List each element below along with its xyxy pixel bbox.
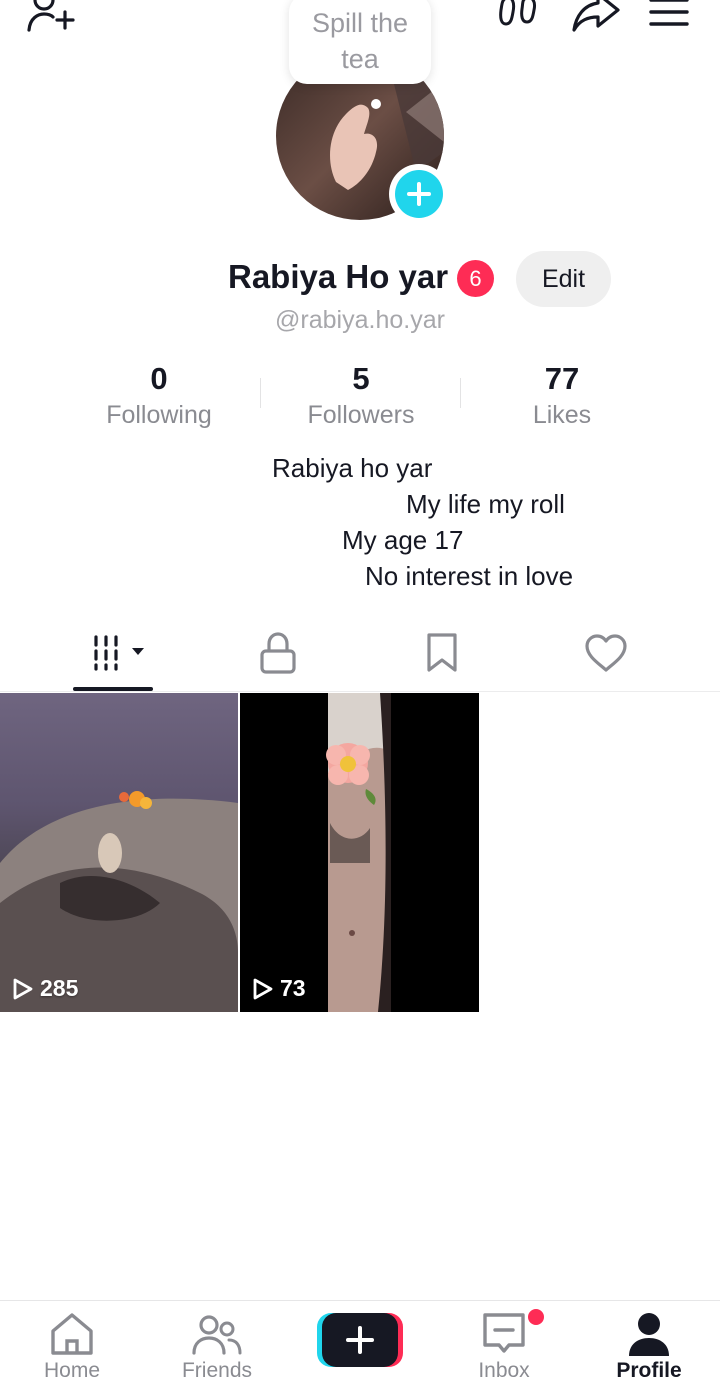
lock-icon bbox=[260, 632, 296, 674]
tab-saved[interactable] bbox=[392, 620, 492, 686]
display-name: Rabiya Ho yar bbox=[228, 258, 449, 295]
status-tooltip[interactable]: Spill the tea bbox=[289, 0, 431, 84]
tab-videos[interactable] bbox=[72, 620, 172, 686]
view-count: 285 bbox=[12, 975, 78, 1002]
notification-badge: 6 bbox=[457, 260, 494, 297]
play-icon bbox=[253, 978, 273, 999]
nav-friends-label: Friends bbox=[181, 1359, 253, 1382]
followers-count: 5 bbox=[352, 361, 370, 396]
video-thumbnail-image bbox=[0, 693, 238, 1012]
nav-inbox[interactable]: Inbox bbox=[444, 1301, 564, 1384]
view-count-text: 73 bbox=[280, 975, 306, 1001]
hamburger-menu-icon bbox=[649, 0, 689, 26]
add-friend-button[interactable] bbox=[24, 0, 76, 36]
share-profile-button[interactable] bbox=[570, 0, 622, 36]
profile-icon bbox=[629, 1313, 669, 1356]
friends-icon bbox=[192, 1315, 242, 1355]
nav-friends[interactable]: Friends bbox=[157, 1301, 277, 1384]
nav-profile[interactable]: Profile bbox=[589, 1301, 709, 1384]
stat-likes[interactable]: 77 Likes bbox=[462, 360, 662, 431]
nav-profile-label: Profile bbox=[616, 1359, 682, 1382]
likes-count: 77 bbox=[544, 361, 580, 396]
bio-line: My age 17 bbox=[342, 525, 464, 555]
add-user-icon bbox=[27, 0, 75, 32]
tab-liked[interactable] bbox=[556, 620, 656, 686]
home-icon bbox=[51, 1313, 93, 1355]
bottom-navigation: Home Friends Inbox Profile bbox=[0, 1300, 720, 1384]
heart-icon bbox=[585, 634, 627, 672]
tooltip-text: Spill the tea bbox=[311, 8, 409, 74]
plus-icon bbox=[407, 182, 431, 206]
view-count: 73 bbox=[252, 975, 306, 1002]
plus-icon bbox=[346, 1326, 374, 1354]
inbox-notification-dot bbox=[528, 1309, 544, 1325]
tabs-divider bbox=[0, 691, 720, 692]
stat-divider bbox=[460, 378, 461, 408]
stat-following[interactable]: 0 Following bbox=[59, 360, 259, 431]
menu-button[interactable] bbox=[643, 0, 695, 36]
bookmark-icon bbox=[427, 633, 457, 672]
nav-home[interactable]: Home bbox=[12, 1301, 132, 1384]
create-video-button[interactable] bbox=[317, 1313, 403, 1367]
videos-grid-icon bbox=[94, 635, 144, 671]
likes-label: Likes bbox=[532, 401, 592, 429]
nav-inbox-label: Inbox bbox=[478, 1359, 530, 1382]
add-story-button[interactable] bbox=[389, 164, 449, 224]
inbox-icon bbox=[483, 1313, 525, 1353]
following-count: 0 bbox=[150, 361, 168, 396]
bio-line: My life my roll bbox=[406, 489, 565, 519]
nav-home-label: Home bbox=[43, 1359, 101, 1382]
profile-views-button[interactable] bbox=[494, 0, 546, 36]
bio-line: No interest in love bbox=[365, 561, 574, 591]
bio-line: Rabiya ho yar bbox=[272, 453, 433, 483]
tab-private[interactable] bbox=[228, 620, 328, 686]
video-thumbnail-image bbox=[240, 693, 479, 1012]
following-label: Following bbox=[106, 401, 212, 429]
share-icon bbox=[572, 0, 620, 32]
footprints-icon bbox=[499, 0, 536, 26]
play-icon bbox=[13, 978, 33, 999]
view-count-text: 285 bbox=[40, 975, 79, 1001]
stat-followers[interactable]: 5 Followers bbox=[261, 360, 461, 431]
video-thumbnail[interactable]: 285 bbox=[0, 693, 238, 1012]
edit-profile-button[interactable]: Edit bbox=[516, 251, 611, 307]
video-thumbnail[interactable]: 73 bbox=[240, 693, 479, 1012]
followers-label: Followers bbox=[307, 401, 415, 429]
tooltip-pointer bbox=[371, 99, 381, 109]
username-handle: @rabiya.ho.yar bbox=[275, 306, 445, 334]
